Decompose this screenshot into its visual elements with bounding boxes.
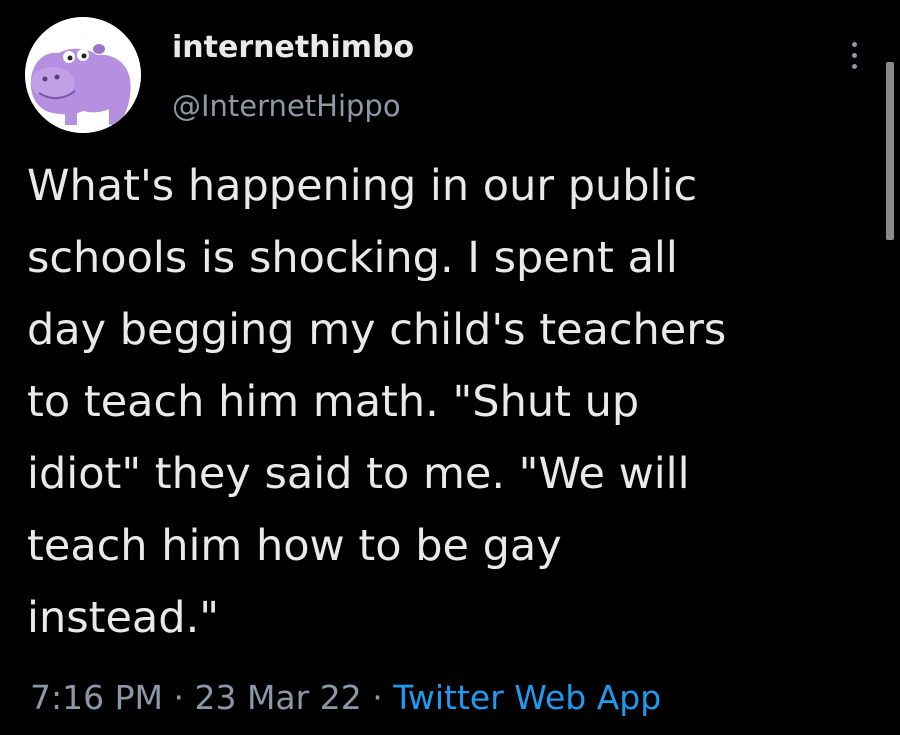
scrollbar[interactable]	[886, 62, 894, 240]
tweet-text-line: instead."	[27, 593, 220, 643]
hippo-avatar-icon	[25, 17, 141, 133]
user-handle[interactable]: @InternetHippo	[172, 88, 401, 124]
tweet-card: internethimbo @InternetHippo What's happ…	[0, 0, 900, 735]
tweet-metadata: 7:16 PM · 23 Mar 22 · Twitter Web App	[30, 676, 661, 720]
tweet-text-line: What's happening in our public	[27, 161, 698, 211]
tweet-text: What's happening in our public schools i…	[27, 150, 847, 654]
meta-separator: ·	[372, 678, 383, 717]
tweet-source-link[interactable]: Twitter Web App	[393, 678, 661, 717]
tweet-text-line: day begging my child's teachers	[27, 305, 727, 355]
tweet-text-line: schools is shocking. I spent all	[27, 233, 678, 283]
display-name[interactable]: internethimbo	[172, 30, 414, 66]
tweet-text-line: idiot" they said to me. "We will	[27, 449, 690, 499]
tweet-date[interactable]: 23 Mar 22	[194, 678, 361, 717]
tweet-text-line: to teach him math. "Shut up	[27, 377, 640, 427]
tweet-time[interactable]: 7:16 PM	[30, 678, 163, 717]
tweet-text-line: teach him how to be gay	[27, 521, 562, 571]
avatar[interactable]	[25, 17, 141, 133]
meta-separator: ·	[173, 678, 184, 717]
more-options-icon[interactable]	[840, 38, 870, 74]
